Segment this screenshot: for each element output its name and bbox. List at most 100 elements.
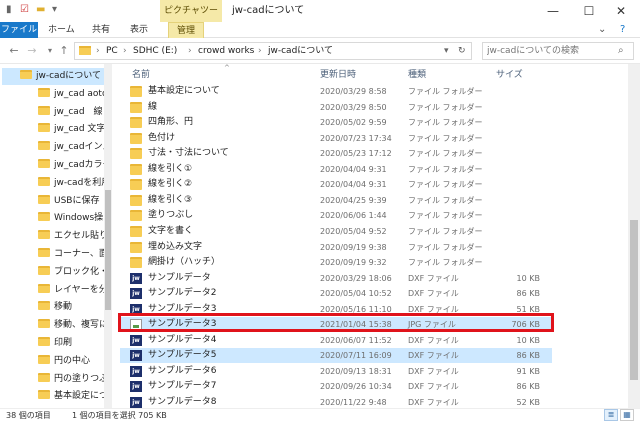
window-title: jw-cadについて bbox=[232, 5, 305, 16]
sidebar-item[interactable]: ブロック化・非 bbox=[2, 264, 104, 281]
sidebar-item[interactable]: レイヤーを分け bbox=[2, 282, 104, 299]
search-box[interactable]: ⌕ bbox=[482, 42, 634, 60]
tab-manage[interactable]: 管理 bbox=[168, 22, 205, 38]
tab-view[interactable]: 表示 bbox=[130, 22, 148, 38]
address-dropdown-icon[interactable]: ▾ bbox=[444, 45, 449, 57]
column-header-type[interactable]: 種類 bbox=[408, 68, 426, 82]
sidebar-item-label: 円の塗りつぶ bbox=[54, 373, 104, 384]
file-type: ファイル フォルダー bbox=[408, 211, 483, 221]
sidebar-item[interactable]: 移動 bbox=[2, 299, 104, 316]
file-size: 10 KB bbox=[516, 335, 540, 345]
properties-icon[interactable]: ☑ bbox=[20, 4, 29, 18]
breadcrumb-jw-cad[interactable]: jw-cadについて bbox=[268, 45, 333, 57]
file-row[interactable]: jw サンプルデータ5 2020/07/11 16:09 DXF ファイル 86 KB bbox=[120, 348, 552, 364]
sidebar-item-label: jw-cadを利用 bbox=[54, 177, 104, 188]
file-row[interactable]: jw サンプルデータ7 2020/09/26 10:34 DXF ファイル 86 KB bbox=[120, 379, 552, 394]
breadcrumb-pc[interactable]: PC bbox=[106, 45, 118, 57]
file-date: 2020/04/04 9:31 bbox=[320, 164, 387, 174]
file-row[interactable]: jw サンプルデータ4 2020/06/07 11:52 DXF ファイル 10 KB bbox=[120, 333, 552, 348]
sidebar-item[interactable]: jw_cadカラー bbox=[2, 157, 104, 174]
sidebar-item[interactable]: jw-cadについて bbox=[2, 68, 104, 85]
breadcrumb-sdhc[interactable]: SDHC (E:) bbox=[133, 45, 177, 57]
file-date: 2020/05/02 9:59 bbox=[320, 118, 387, 128]
file-row[interactable]: 線を引く③ 2020/04/25 9:39 ファイル フォルダー bbox=[120, 193, 552, 208]
column-header-date[interactable]: 更新日時 bbox=[320, 68, 356, 82]
back-arrow-icon[interactable]: ← bbox=[6, 43, 22, 59]
sidebar-item[interactable]: 基本設定につ bbox=[2, 388, 104, 405]
tab-file[interactable]: ファイル bbox=[0, 22, 38, 38]
file-row[interactable]: 埋め込み文字 2020/09/19 9:38 ファイル フォルダー bbox=[120, 240, 552, 255]
breadcrumb-crowd-works[interactable]: crowd works bbox=[198, 45, 254, 57]
ribbon-expand-icon[interactable]: ⌄ bbox=[598, 22, 606, 38]
sidebar-item-label: ブロック化・非 bbox=[54, 266, 104, 277]
sidebar-item[interactable]: jw_cad 線 bbox=[2, 104, 104, 121]
file-name: サンプルデータ5 bbox=[148, 350, 217, 361]
file-row[interactable]: 寸法・寸法について 2020/05/23 17:12 ファイル フォルダー bbox=[120, 146, 552, 161]
file-row[interactable]: jw サンプルデータ6 2020/09/13 18:31 DXF ファイル 91 KB bbox=[120, 364, 552, 379]
quick-access-dropdown-icon[interactable]: ▾ bbox=[52, 4, 57, 18]
sidebar-item[interactable]: USBに保存 bbox=[2, 193, 104, 210]
sidebar-item[interactable]: jw-cadを利用 bbox=[2, 175, 104, 192]
sidebar-item[interactable]: コーナー、面取 bbox=[2, 246, 104, 263]
folder-icon bbox=[38, 123, 50, 133]
sidebar-item[interactable]: 印刷 bbox=[2, 335, 104, 352]
sidebar-item[interactable]: jw_cad aoto bbox=[2, 86, 104, 103]
file-type: ファイル フォルダー bbox=[408, 102, 483, 112]
details-view-icon[interactable]: ≣ bbox=[604, 409, 618, 421]
folder-icon bbox=[38, 337, 50, 346]
help-icon[interactable]: ? bbox=[620, 22, 625, 38]
column-header-size[interactable]: サイズ bbox=[496, 68, 523, 82]
file-row[interactable]: 四角形、円 2020/05/02 9:59 ファイル フォルダー bbox=[120, 115, 552, 130]
folder-icon bbox=[38, 248, 50, 257]
column-header-name[interactable]: 名前 bbox=[132, 68, 150, 82]
navigation-pane: jw-cadについて jw_cad aoto jw_cad 線 jw_cad 文字 jw… bbox=[0, 64, 112, 408]
file-date: 2020/07/23 17:34 bbox=[320, 133, 392, 143]
file-row[interactable]: 色付け 2020/07/23 17:34 ファイル フォルダー bbox=[120, 131, 552, 146]
jw-cad-file-icon: jw bbox=[130, 397, 142, 408]
sidebar-item-label: Windows操 bbox=[54, 213, 104, 224]
sidebar-item[interactable]: 円の中心 bbox=[2, 353, 104, 370]
folder-icon bbox=[20, 70, 32, 79]
sidebar-item[interactable]: jw_cad 文字 bbox=[2, 121, 104, 138]
sidebar-item[interactable]: 円の塗りつぶ bbox=[2, 371, 104, 388]
jw-cad-file-icon: jw bbox=[130, 288, 142, 300]
file-type: ファイル フォルダー bbox=[408, 226, 483, 236]
tab-share[interactable]: 共有 bbox=[92, 22, 110, 38]
file-row[interactable]: jw サンプルデータ 2020/03/29 18:06 DXF ファイル 10 KB bbox=[120, 271, 552, 286]
selection-info: 1 個の項目を選択 705 KB bbox=[72, 411, 167, 420]
refresh-icon[interactable]: ↻ bbox=[458, 45, 466, 57]
file-row[interactable]: 線を引く① 2020/04/04 9:31 ファイル フォルダー bbox=[120, 162, 552, 177]
search-input[interactable] bbox=[483, 43, 613, 59]
sidebar-item-label: USBに保存 bbox=[54, 195, 100, 206]
file-type: DXF ファイル bbox=[408, 366, 459, 376]
folder-icon bbox=[38, 194, 50, 204]
forward-arrow-icon[interactable]: → bbox=[24, 43, 40, 59]
sidebar-item-label: 基本設定につ bbox=[54, 391, 104, 402]
large-icons-view-icon[interactable]: ▦ bbox=[620, 409, 634, 421]
folder-icon bbox=[38, 212, 50, 222]
tab-home[interactable]: ホーム bbox=[48, 22, 75, 38]
sidebar-item-label: 移動、複写に bbox=[54, 320, 104, 331]
nav-scrollbar-thumb[interactable] bbox=[105, 190, 111, 310]
file-row[interactable]: 文字を書く 2020/05/04 9:52 ファイル フォルダー bbox=[120, 224, 552, 239]
folder-icon bbox=[38, 230, 50, 240]
up-arrow-icon[interactable]: ↑ bbox=[56, 43, 72, 59]
file-row[interactable]: 塗りつぶし 2020/06/06 1:44 ファイル フォルダー bbox=[120, 208, 552, 223]
sidebar-item[interactable]: 移動、複写に bbox=[2, 317, 104, 334]
file-type: ファイル フォルダー bbox=[408, 242, 483, 252]
sidebar-item-label: エクセル貼り付 bbox=[54, 231, 104, 242]
file-list-scrollbar-thumb[interactable] bbox=[630, 220, 638, 380]
file-name: サンプルデータ7 bbox=[148, 381, 217, 392]
new-folder-icon[interactable]: ▬ bbox=[36, 4, 45, 18]
file-row[interactable]: 線を引く② 2020/04/04 9:31 ファイル フォルダー bbox=[120, 177, 552, 192]
sidebar-item-label: 印刷 bbox=[54, 338, 73, 348]
file-row[interactable]: 線 2020/03/29 8:50 ファイル フォルダー bbox=[120, 100, 552, 115]
file-row[interactable]: jw サンプルデータ2 2020/05/04 10:52 DXF ファイル 86 KB bbox=[120, 286, 552, 301]
sidebar-item[interactable]: Windows操 bbox=[2, 210, 104, 227]
close-button[interactable]: ✕ bbox=[598, 0, 640, 22]
file-type: ファイル フォルダー bbox=[408, 258, 483, 268]
file-row[interactable]: 網掛け（ハッチ） 2020/09/19 9:32 ファイル フォルダー bbox=[120, 255, 552, 270]
sidebar-item[interactable]: jw_cadインス bbox=[2, 139, 104, 156]
file-row[interactable]: 基本設定について 2020/03/29 8:58 ファイル フォルダー bbox=[120, 84, 552, 99]
sidebar-item[interactable]: エクセル貼り付 bbox=[2, 228, 104, 245]
